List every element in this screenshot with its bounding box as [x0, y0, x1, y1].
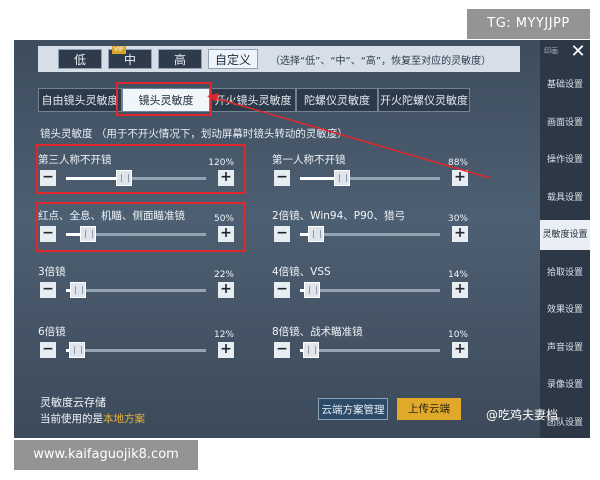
tg-overlay-label: TG: MYYJJPP [467, 9, 590, 39]
arrow-head [207, 93, 219, 102]
arrow-line [214, 97, 491, 179]
site-url-overlay: www.kaifaguojik8.com [14, 440, 198, 470]
red-arrow-annotation [207, 93, 491, 179]
